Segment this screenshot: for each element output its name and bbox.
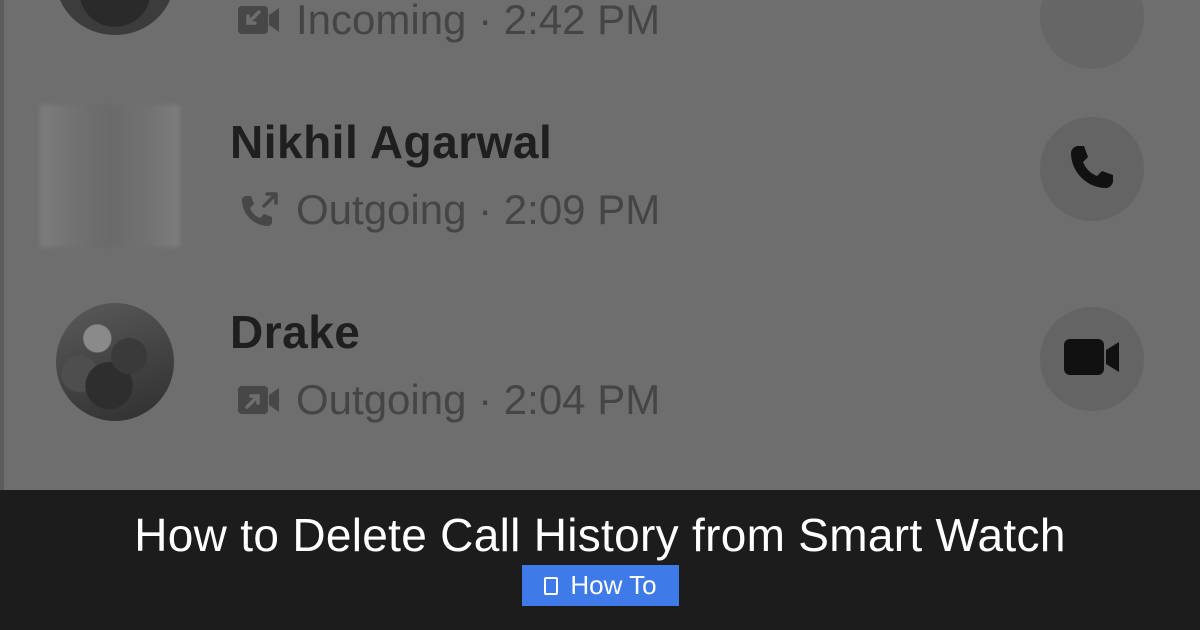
call-time: 2:04 PM [503, 376, 661, 423]
call-meta: Outgoing · 2:04 PM [236, 375, 660, 425]
phone-icon [1067, 142, 1117, 197]
video-outgoing-icon [236, 380, 282, 420]
video-incoming-icon [236, 0, 282, 40]
meta-separator: · [466, 186, 504, 233]
meta-separator: · [466, 0, 504, 43]
contact-avatar [56, 0, 174, 35]
document-icon [544, 576, 559, 595]
video-call-button[interactable] [1040, 0, 1144, 69]
meta-separator: · [466, 376, 504, 423]
contact-name: Nikhil Agarwal [230, 116, 553, 168]
call-direction: Outgoing [296, 186, 467, 233]
video-call-button[interactable] [1040, 307, 1144, 411]
category-label: How To [570, 570, 657, 600]
call-direction: Outgoing [296, 376, 467, 423]
contact-avatar [40, 105, 180, 247]
call-list-item[interactable]: Nikhil Agarwal Outgoing · 2:09 PM [0, 85, 1200, 265]
phone-outgoing-icon [236, 190, 282, 230]
call-history-screen: Incoming · 2:42 PM Nikhil Agarwal Outgoi… [0, 0, 1200, 490]
contact-name: Drake [230, 306, 361, 358]
contact-avatar [56, 303, 174, 421]
article-title: How to Delete Call History from Smart Wa… [134, 509, 1066, 561]
call-list-item[interactable]: Drake Outgoing · 2:04 PM [0, 275, 1200, 455]
video-call-icon [1063, 337, 1121, 382]
article-banner: How to Delete Call History from Smart Wa… [0, 490, 1200, 630]
phone-call-button[interactable] [1040, 117, 1144, 221]
call-time: 2:09 PM [503, 186, 661, 233]
category-badge[interactable]: How To [522, 565, 679, 606]
call-meta: Outgoing · 2:09 PM [236, 185, 660, 235]
call-time: 2:42 PM [503, 0, 661, 43]
call-direction: Incoming [296, 0, 467, 43]
call-meta: Incoming · 2:42 PM [236, 0, 660, 45]
